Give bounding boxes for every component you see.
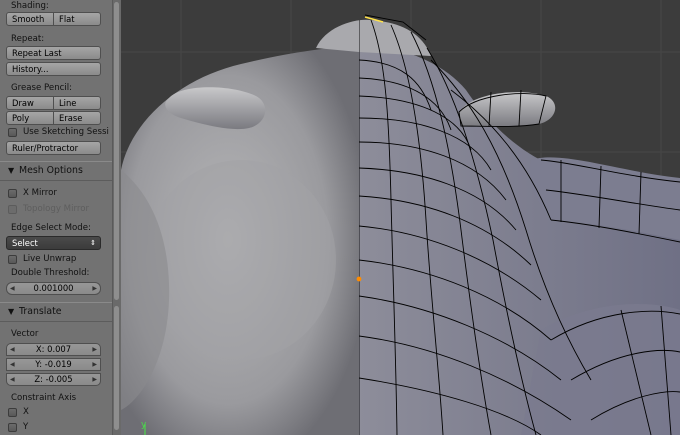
shading-buttons: Smooth Flat xyxy=(6,12,101,26)
shading-label: Shading: xyxy=(11,1,49,11)
vector-y-value: Y: -0.019 xyxy=(35,359,72,369)
updown-arrows-icon: ⇕ xyxy=(90,239,96,247)
topology-mirror-box[interactable] xyxy=(8,204,17,214)
selected-vertex xyxy=(356,276,362,282)
scrollbar-thumb-lower[interactable] xyxy=(114,306,119,430)
double-threshold-label: Double Threshold: xyxy=(11,268,90,278)
use-sketching-box[interactable] xyxy=(8,127,17,137)
smooth-button[interactable]: Smooth xyxy=(6,12,54,26)
vector-y-field[interactable]: ◀ Y: -0.019 ▶ xyxy=(6,358,101,371)
use-sketching-label: Use Sketching Sessi xyxy=(23,127,109,137)
topology-mirror-checkbox[interactable]: Topology Mirror xyxy=(8,203,89,215)
vector-z-value: Z: -0.005 xyxy=(34,374,73,384)
vector-z-field[interactable]: ◀ Z: -0.005 ▶ xyxy=(6,373,101,386)
x-mirror-label: X Mirror xyxy=(23,188,57,198)
mesh-options-title: Mesh Options xyxy=(19,165,83,176)
line-button[interactable]: Line xyxy=(54,96,101,110)
x-mirror-checkbox[interactable]: X Mirror xyxy=(8,187,57,199)
3d-viewport[interactable]: y xyxy=(121,0,680,435)
increment-arrow-icon[interactable]: ▶ xyxy=(92,359,97,370)
mesh-body xyxy=(121,19,680,435)
collapse-triangle-icon[interactable]: ▼ xyxy=(8,166,14,175)
axis-y-label: y xyxy=(141,420,147,430)
grease-pencil-label: Grease Pencil: xyxy=(11,83,73,93)
vector-x-value: X: 0.007 xyxy=(35,344,72,354)
edge-select-mode-label: Edge Select Mode: xyxy=(11,223,91,233)
constraint-x-checkbox[interactable]: X xyxy=(8,406,29,418)
double-threshold-field[interactable]: ◀ 0.001000 ▶ xyxy=(6,282,101,295)
constraint-x-box[interactable] xyxy=(8,407,17,417)
vector-label: Vector xyxy=(11,329,39,339)
repeat-label: Repeat: xyxy=(11,34,45,44)
poly-button[interactable]: Poly xyxy=(6,111,54,125)
live-unwrap-checkbox[interactable]: Live Unwrap xyxy=(8,253,76,265)
draw-button[interactable]: Draw xyxy=(6,96,54,110)
use-sketching-checkbox[interactable]: Use Sketching Sessi xyxy=(8,126,109,138)
constraint-y-label: Y xyxy=(23,422,29,432)
collapse-triangle-icon[interactable]: ▼ xyxy=(8,307,14,316)
erase-button[interactable]: Erase xyxy=(54,111,101,125)
live-unwrap-box[interactable] xyxy=(8,254,17,264)
tool-shelf: Shading: Smooth Flat Repeat: Repeat Last… xyxy=(0,0,112,435)
edge-select-value: Select xyxy=(12,238,38,248)
history-button[interactable]: History... xyxy=(6,62,101,76)
scrollbar-thumb[interactable] xyxy=(114,2,119,300)
toolshelf-scrollbar[interactable] xyxy=(112,0,121,435)
constraint-y-checkbox[interactable]: Y xyxy=(8,421,28,433)
double-threshold-value: 0.001000 xyxy=(33,283,74,293)
increment-arrow-icon[interactable]: ▶ xyxy=(92,344,97,355)
increment-arrow-icon[interactable]: ▶ xyxy=(92,283,97,294)
constraint-y-box[interactable] xyxy=(8,422,17,432)
increment-arrow-icon[interactable]: ▶ xyxy=(92,374,97,385)
live-unwrap-label: Live Unwrap xyxy=(23,254,77,264)
x-mirror-box[interactable] xyxy=(8,188,17,198)
translate-panel-header[interactable]: ▼ Translate xyxy=(0,302,112,322)
constraint-axis-label: Constraint Axis xyxy=(11,393,77,403)
flat-button[interactable]: Flat xyxy=(54,12,101,26)
topology-mirror-label: Topology Mirror xyxy=(23,204,89,214)
mesh-options-panel-header[interactable]: ▼ Mesh Options xyxy=(0,161,112,181)
edge-select-dropdown[interactable]: Select ⇕ xyxy=(6,236,101,250)
translate-title: Translate xyxy=(19,306,62,317)
viewport-canvas[interactable]: y xyxy=(121,0,680,435)
vector-x-field[interactable]: ◀ X: 0.007 ▶ xyxy=(6,343,101,356)
ruler-protractor-button[interactable]: Ruler/Protractor xyxy=(6,141,101,155)
repeat-last-button[interactable]: Repeat Last xyxy=(6,46,101,60)
constraint-x-label: X xyxy=(23,407,29,417)
